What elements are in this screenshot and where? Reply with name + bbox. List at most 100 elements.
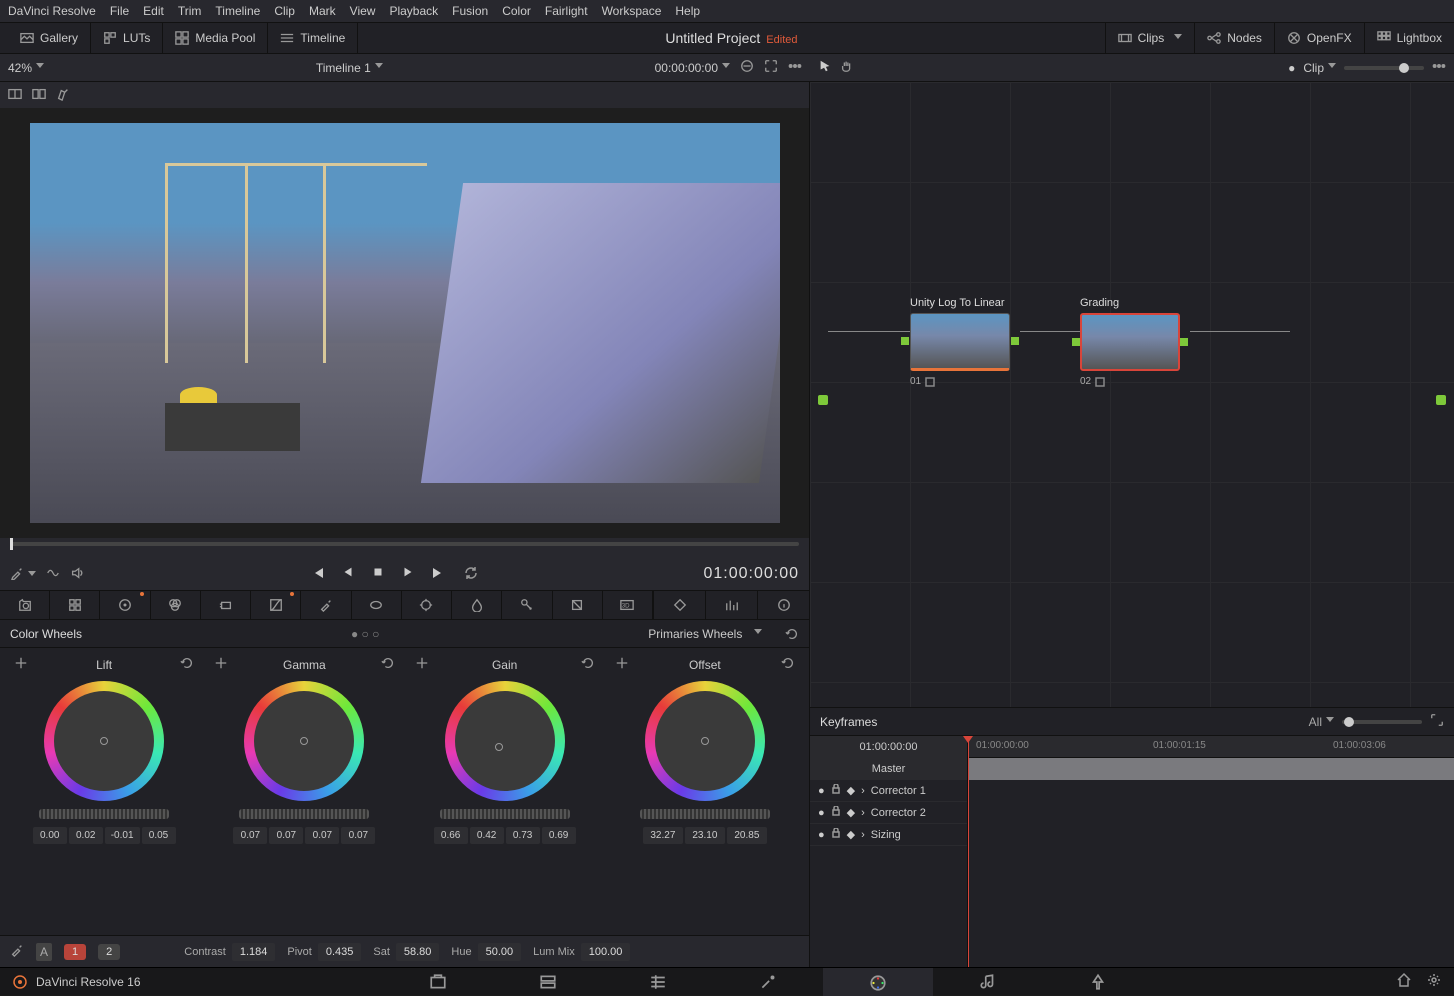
picker-icon[interactable] bbox=[214, 656, 228, 673]
bypass-icon[interactable] bbox=[740, 59, 754, 76]
reset-icon[interactable] bbox=[785, 627, 799, 641]
media-page-tab[interactable] bbox=[383, 968, 493, 996]
picker-2-icon[interactable]: A bbox=[36, 943, 52, 961]
node-zoom-slider[interactable] bbox=[1344, 66, 1424, 70]
edit-page-tab[interactable] bbox=[603, 968, 713, 996]
settings-icon[interactable] bbox=[1426, 972, 1442, 991]
value-field[interactable]: 0.66 bbox=[434, 827, 468, 844]
keyframes-ruler[interactable]: 01:00:00:00 01:00:01:15 01:00:03:06 bbox=[968, 736, 1454, 758]
jog-wheel[interactable] bbox=[39, 809, 169, 819]
keyframes-playhead[interactable] bbox=[968, 736, 969, 967]
lock-icon[interactable] bbox=[831, 784, 841, 797]
key-tab[interactable] bbox=[502, 590, 552, 620]
more-icon[interactable] bbox=[1432, 59, 1446, 76]
value-field[interactable]: 0.07 bbox=[341, 827, 375, 844]
page-1-pill[interactable]: 1 bbox=[64, 944, 86, 960]
mediapool-button[interactable]: Media Pool bbox=[163, 22, 268, 54]
sat-field[interactable]: Sat58.80 bbox=[373, 943, 439, 961]
jog-wheel[interactable] bbox=[640, 809, 770, 819]
reset-icon[interactable] bbox=[381, 656, 395, 673]
menu-color[interactable]: Color bbox=[502, 4, 531, 18]
menu-davinciresolve[interactable]: DaVinci Resolve bbox=[8, 4, 96, 18]
timeline-button[interactable]: Timeline bbox=[268, 22, 358, 54]
master-row[interactable]: Master bbox=[810, 758, 967, 780]
keyframes-mode-dropdown[interactable]: All bbox=[1309, 715, 1334, 729]
stop-button[interactable] bbox=[371, 565, 385, 584]
info-icon[interactable] bbox=[757, 590, 809, 620]
gallery-button[interactable]: Gallery bbox=[8, 22, 91, 54]
pivot-field[interactable]: Pivot0.435 bbox=[287, 943, 361, 961]
clips-button[interactable]: Clips bbox=[1105, 22, 1195, 54]
node-input[interactable] bbox=[901, 337, 909, 345]
image-wipe-icon[interactable] bbox=[8, 87, 22, 104]
loop-button[interactable] bbox=[463, 565, 479, 584]
unmix-icon[interactable] bbox=[46, 566, 60, 583]
viewer-timecode-dropdown[interactable]: 00:00:00:00 bbox=[655, 61, 730, 75]
lightbox-button[interactable]: Lightbox bbox=[1364, 22, 1454, 54]
value-field[interactable]: 0.07 bbox=[305, 827, 339, 844]
graph-input[interactable] bbox=[818, 395, 828, 405]
color-page-tab[interactable] bbox=[823, 968, 933, 996]
hand-tool-icon[interactable] bbox=[840, 59, 854, 76]
menu-trim[interactable]: Trim bbox=[178, 4, 202, 18]
color-wheel[interactable] bbox=[445, 681, 565, 801]
zoom-dropdown[interactable]: 42% bbox=[8, 61, 44, 75]
pointer-tool-icon[interactable] bbox=[818, 59, 832, 76]
tracker-tab[interactable] bbox=[402, 590, 452, 620]
viewer[interactable] bbox=[0, 108, 809, 538]
split-screen-icon[interactable] bbox=[32, 87, 46, 104]
value-field[interactable]: 0.07 bbox=[233, 827, 267, 844]
window-tab[interactable] bbox=[352, 590, 402, 620]
picker-icon[interactable] bbox=[615, 656, 629, 673]
play-button[interactable] bbox=[401, 565, 415, 584]
menu-playback[interactable]: Playback bbox=[389, 4, 438, 18]
value-field[interactable]: 0.02 bbox=[69, 827, 103, 844]
value-field[interactable]: 0.00 bbox=[33, 827, 67, 844]
primaries-mode-dropdown[interactable]: Primaries Wheels bbox=[648, 627, 799, 641]
value-field[interactable]: 23.10 bbox=[685, 827, 725, 844]
qualifier-tab[interactable] bbox=[301, 590, 351, 620]
page-2-pill[interactable]: 2 bbox=[98, 944, 120, 960]
menu-view[interactable]: View bbox=[350, 4, 376, 18]
camera-raw-tab[interactable] bbox=[0, 590, 50, 620]
node-02[interactable]: Grading 02 bbox=[1080, 297, 1180, 371]
keyframe-icon[interactable]: ◆ bbox=[847, 828, 855, 841]
node-graph[interactable]: Unity Log To Linear 01 Grading 02 bbox=[810, 82, 1454, 707]
page-dots[interactable]: ● ○ ○ bbox=[82, 627, 648, 641]
graph-output[interactable] bbox=[1436, 395, 1446, 405]
menu-file[interactable]: File bbox=[110, 4, 129, 18]
reset-icon[interactable] bbox=[180, 656, 194, 673]
highlight-icon[interactable] bbox=[56, 87, 70, 104]
value-field[interactable]: -0.01 bbox=[105, 827, 140, 844]
lock-icon[interactable] bbox=[831, 806, 841, 819]
color-wheel[interactable] bbox=[244, 681, 364, 801]
motion-effects-tab[interactable] bbox=[201, 590, 251, 620]
color-wheels-tab[interactable] bbox=[100, 590, 150, 620]
keyframe-icon[interactable]: ◆ bbox=[847, 806, 855, 819]
jog-wheel[interactable] bbox=[440, 809, 570, 819]
timeline-name-dropdown[interactable]: Timeline 1 bbox=[54, 61, 645, 75]
track-row[interactable]: ●◆›Corrector 1 bbox=[810, 780, 967, 802]
eye-icon[interactable]: ● bbox=[818, 829, 825, 841]
value-field[interactable]: 32.27 bbox=[643, 827, 683, 844]
picker-icon[interactable] bbox=[14, 656, 28, 673]
lock-icon[interactable] bbox=[831, 828, 841, 841]
menu-timeline[interactable]: Timeline bbox=[215, 4, 260, 18]
node-01[interactable]: Unity Log To Linear 01 bbox=[910, 297, 1010, 371]
rgb-mixer-tab[interactable] bbox=[151, 590, 201, 620]
deliver-page-tab[interactable] bbox=[1043, 968, 1153, 996]
lummix-field[interactable]: Lum Mix100.00 bbox=[533, 943, 630, 961]
more-icon[interactable] bbox=[788, 59, 802, 76]
expand-arrow-icon[interactable]: › bbox=[861, 829, 865, 841]
value-field[interactable]: 20.85 bbox=[727, 827, 767, 844]
node-input[interactable] bbox=[1072, 338, 1080, 346]
fusion-page-tab[interactable] bbox=[713, 968, 823, 996]
mute-icon[interactable] bbox=[70, 566, 84, 583]
menu-help[interactable]: Help bbox=[675, 4, 700, 18]
picker-icon[interactable] bbox=[415, 656, 429, 673]
color-wheel[interactable] bbox=[645, 681, 765, 801]
expand-icon[interactable] bbox=[1430, 713, 1444, 730]
value-field[interactable]: 0.07 bbox=[269, 827, 303, 844]
menu-workspace[interactable]: Workspace bbox=[602, 4, 662, 18]
node-thumbnail[interactable] bbox=[910, 313, 1010, 371]
